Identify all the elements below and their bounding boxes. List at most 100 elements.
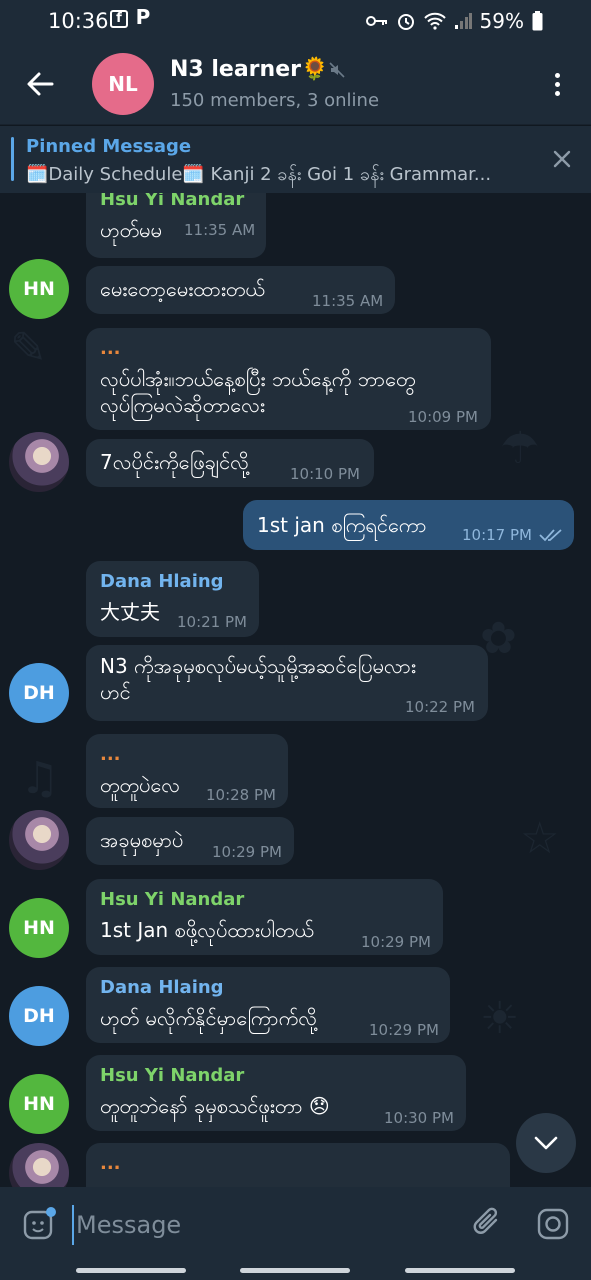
- pinned-message-bar[interactable]: Pinned Message 🗓️Daily Schedule🗓️ Kanji …: [0, 125, 591, 194]
- dot: [554, 91, 560, 96]
- alarm-icon: [397, 14, 414, 30]
- battery-icon: [532, 11, 543, 31]
- user-photo-avatar[interactable]: [9, 432, 69, 492]
- more-menu-button[interactable]: [547, 70, 567, 100]
- pinned-indicator: [11, 137, 14, 181]
- status-bar: 10:36 f P 59%: [0, 0, 591, 44]
- nav-handle[interactable]: [76, 1268, 186, 1273]
- message-time: 11:35 AM: [312, 292, 384, 310]
- message-bubble[interactable]: Dana Hlaing 大丈夫 10:21 PM: [86, 561, 259, 637]
- message-text: 1st jan စကြရင်ကော: [257, 513, 427, 537]
- chat-title[interactable]: N3 learner🌻: [170, 57, 328, 82]
- attach-button[interactable]: [470, 1205, 506, 1241]
- message-text: ဟုတ်မမ: [100, 218, 162, 242]
- chevron-down-icon: [534, 1136, 558, 1150]
- message-text-line: ဟင်: [100, 680, 131, 704]
- message-bubble[interactable]: ...: [86, 1143, 510, 1187]
- message-text-line: N3 ကိုအခုမှစလုပ်မယ့်သူမို့အဆင်ပြေမလား: [100, 654, 416, 678]
- message-text: တူတူဘဲနော် ခုမှစသင်ဖူးတာ 😞: [100, 1094, 330, 1118]
- group-avatar[interactable]: NL: [92, 53, 154, 115]
- user-photo-avatar[interactable]: [9, 810, 69, 870]
- message-text: 1st Jan စဖို့လုပ်ထားပါတယ်: [100, 918, 314, 942]
- scroll-down-button[interactable]: [516, 1113, 576, 1173]
- message-text: အခုမှစမှာပဲ: [100, 828, 184, 852]
- user-avatar[interactable]: DH: [9, 663, 69, 723]
- message-time: 10:09 PM: [408, 408, 478, 426]
- user-avatar[interactable]: HN: [9, 898, 69, 958]
- notification-icons: f P: [110, 5, 152, 29]
- doodle-pattern: ✎: [10, 323, 47, 374]
- message-text: 大丈夫: [100, 600, 160, 624]
- message-bubble[interactable]: Hsu Yi Nandar ဟုတ်မမ 11:35 AM: [86, 193, 266, 258]
- doodle-pattern: ♫: [20, 753, 60, 804]
- sender-name: ...: [100, 1153, 121, 1174]
- sender-name: Hsu Yi Nandar: [100, 889, 245, 910]
- close-icon[interactable]: [551, 148, 573, 170]
- user-avatar[interactable]: HN: [9, 259, 69, 319]
- sender-name: Hsu Yi Nandar: [100, 1065, 245, 1086]
- arrow-left-icon: [27, 72, 54, 96]
- camera-button[interactable]: [536, 1207, 570, 1241]
- sender-name: Dana Hlaing: [100, 571, 224, 592]
- double-check-icon: [539, 529, 562, 542]
- message-text: 7လပိုင်းကိုဖြေချင်လို့: [100, 450, 249, 474]
- message-text: မေးတော့မေးထားတယ်: [100, 277, 265, 301]
- message-bubble[interactable]: ... တူတူပဲလေ 10:28 PM: [86, 734, 288, 808]
- back-button[interactable]: [22, 66, 58, 102]
- chat-header: NL N3 learner🌻 150 members, 3 online: [0, 44, 591, 124]
- facebook-icon: f: [110, 10, 128, 28]
- user-avatar[interactable]: HN: [9, 1074, 69, 1134]
- message-time: 11:35 AM: [184, 221, 256, 239]
- paperclip-icon: [473, 1207, 498, 1234]
- dot: [554, 82, 560, 87]
- sender-name: Hsu Yi Nandar: [100, 193, 245, 210]
- message-time: 10:29 PM: [369, 1021, 439, 1039]
- message-bubble[interactable]: အခုမှစမှာပဲ 10:29 PM: [86, 817, 294, 865]
- dot: [554, 73, 560, 78]
- message-input-bar: Message: [0, 1187, 591, 1263]
- message-text-line: လုပ်ပါအုံး။ဘယ်နေ့စပြီး ဘယ်နေ့ကို ဘာတွေ: [100, 367, 416, 391]
- user-avatar[interactable]: DH: [9, 986, 69, 1046]
- message-time: 10:22 PM: [405, 698, 475, 716]
- nav-handle[interactable]: [405, 1268, 515, 1273]
- wifi-icon: [423, 12, 446, 30]
- message-time: 10:17 PM: [462, 526, 532, 544]
- doodle-pattern: ☆: [520, 813, 560, 864]
- doodle-pattern: ☂: [500, 423, 540, 474]
- doodle-pattern: ☀: [480, 993, 520, 1044]
- pinned-title: Pinned Message: [26, 136, 192, 157]
- muted-icon: [329, 62, 345, 78]
- message-list[interactable]: ✎ ☂ ✿ ☆ ☀ ♫ Hsu Yi Nandar ဟုတ်မမ 11:35 A…: [0, 193, 591, 1187]
- battery-percent: 59%: [479, 9, 524, 33]
- chat-subtitle: 150 members, 3 online: [170, 90, 380, 111]
- outgoing-message-bubble[interactable]: 1st jan စကြရင်ကော 10:17 PM: [243, 500, 574, 550]
- message-bubble[interactable]: မေးတော့မေးထားတယ် 11:35 AM: [86, 266, 395, 314]
- signal-icon: [454, 13, 472, 29]
- message-bubble[interactable]: Dana Hlaing ဟုတ် မလိုက်နိုင်မှာကြောက်လို…: [86, 967, 450, 1043]
- sender-name: ...: [100, 338, 121, 359]
- camera-icon: [537, 1208, 569, 1240]
- pinned-text: 🗓️Daily Schedule🗓️ Kanji 2 ခန်း Goi 1 ခန…: [26, 164, 492, 185]
- message-time: 10:29 PM: [361, 933, 431, 951]
- user-photo-avatar[interactable]: [9, 1143, 69, 1187]
- message-input[interactable]: Message: [72, 1205, 456, 1245]
- message-text: တူတူပဲလေ: [100, 773, 180, 797]
- status-right: 59%: [365, 9, 543, 33]
- message-bubble[interactable]: N3 ကိုအခုမှစလုပ်မယ့်သူမို့အဆင်ပြေမလား ဟင…: [86, 645, 488, 721]
- message-time: 10:21 PM: [177, 613, 247, 631]
- system-nav-bar: [0, 1263, 591, 1280]
- message-time: 10:30 PM: [384, 1109, 454, 1127]
- nav-handle[interactable]: [240, 1268, 350, 1273]
- message-time: 10:28 PM: [206, 786, 276, 804]
- message-bubble[interactable]: 7လပိုင်းကိုဖြေချင်လို့ 10:10 PM: [86, 439, 374, 487]
- sticker-icon: [23, 1207, 56, 1240]
- message-bubble[interactable]: Hsu Yi Nandar တူတူဘဲနော် ခုမှစသင်ဖူးတာ 😞…: [86, 1055, 466, 1131]
- message-bubble[interactable]: ... လုပ်ပါအုံး။ဘယ်နေ့စပြီး ဘယ်နေ့ကို ဘာတ…: [86, 328, 491, 430]
- notification-p-icon: P: [135, 5, 151, 29]
- sender-name: ...: [100, 744, 121, 765]
- key-icon: [365, 16, 387, 26]
- message-bubble[interactable]: Hsu Yi Nandar 1st Jan စဖို့လုပ်ထားပါတယ် …: [86, 879, 443, 955]
- message-text-line: လုပ်ကြမလဲဆိုတာလေး: [100, 393, 265, 417]
- emoji-button[interactable]: [22, 1207, 56, 1241]
- status-time: 10:36: [48, 9, 109, 33]
